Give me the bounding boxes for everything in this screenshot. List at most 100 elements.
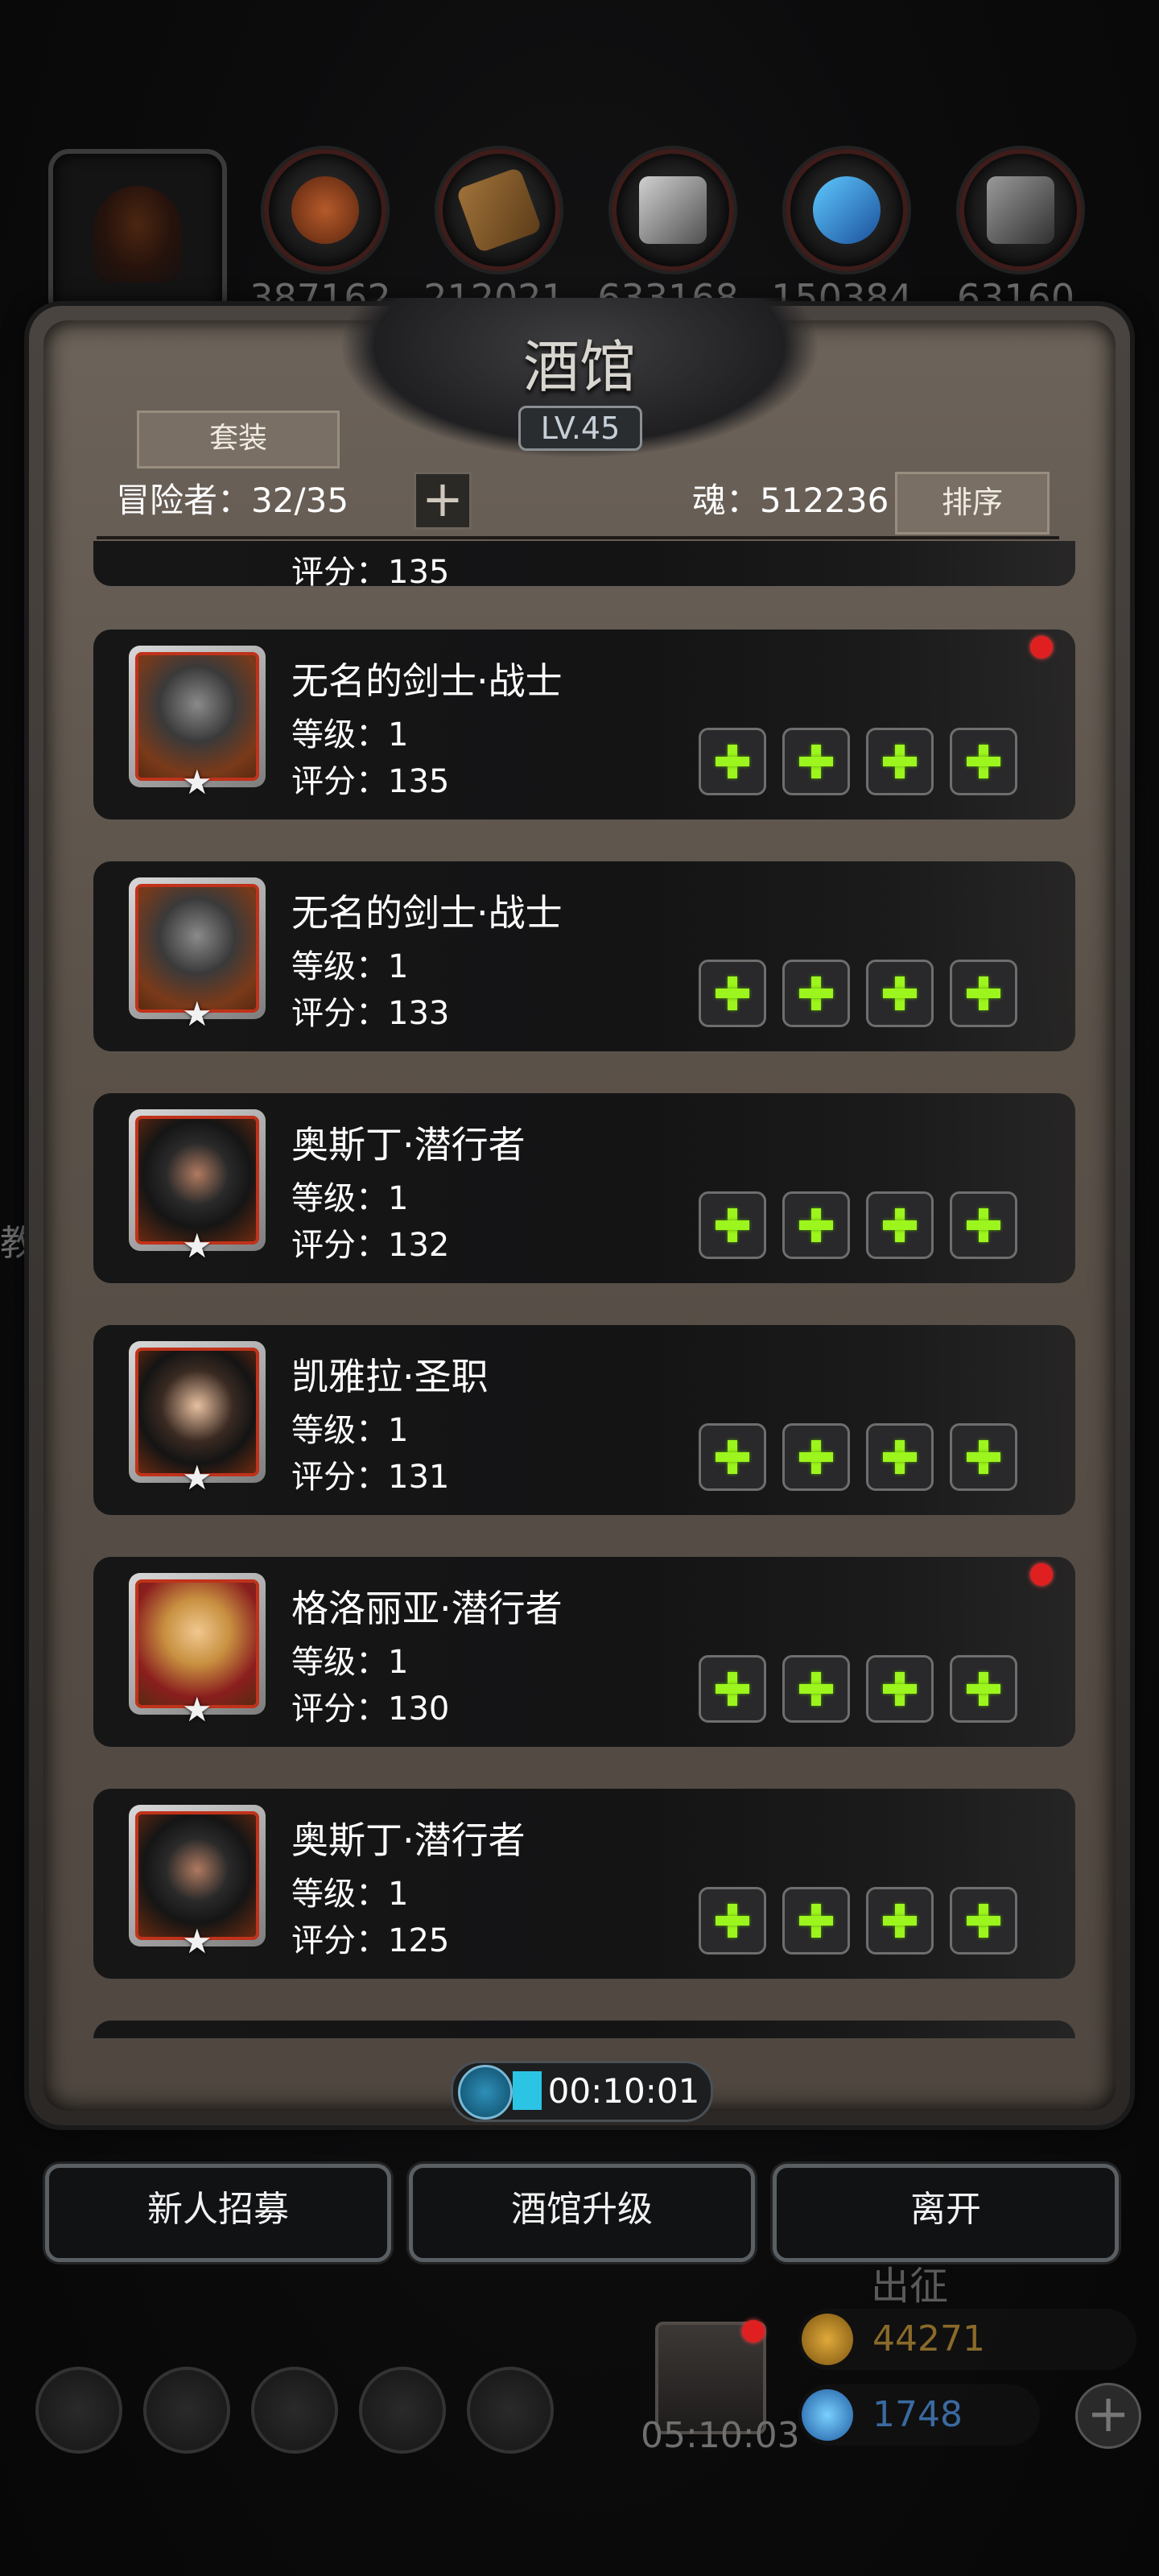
resource-orb [786,149,908,271]
hero-portrait[interactable]: ★ [129,877,266,1034]
hero-name: 无名的剑士·战士 [291,891,563,935]
plus-icon [883,745,917,778]
armor-slot-button[interactable] [782,1191,850,1259]
accessory-slot-button[interactable] [866,1887,934,1955]
guild-icon[interactable] [251,2367,338,2454]
gem-counter: 1748 [798,2384,1040,2446]
hero-card[interactable]: ★ 无名的剑士·战士 等级：1 评分：135 [93,630,1075,819]
settings-icon[interactable] [35,2367,122,2454]
hero-name: 奥斯丁·潜行者 [291,1818,526,1862]
armor-slot-button[interactable] [782,1655,850,1723]
accessory-slot-button[interactable] [866,1191,934,1259]
weapon-slot-button[interactable] [699,728,766,795]
plus-icon [799,976,833,1010]
meat-icon [291,176,359,244]
hero-card[interactable]: ★ 无名的剑士·战士 等级：1 评分：133 [93,861,1075,1051]
star-icon: ★ [182,1690,212,1729]
resource-meat[interactable]: 387162 [250,149,391,320]
weapon-slot-button[interactable] [699,1191,766,1259]
timer-progress [513,2071,542,2110]
hero-level: 等级：1 [291,1180,409,1217]
tavern-upgrade-button[interactable]: 酒馆升级 [409,2164,755,2262]
soul-counter: 魂：512236 [692,481,889,520]
divider [97,536,1059,539]
hero-avatar[interactable] [48,149,227,320]
hero-card-partial[interactable] [93,2021,1075,2038]
plus-icon [716,1208,749,1242]
weapon-slot-button[interactable] [699,960,766,1027]
armor-slot-button[interactable] [782,1887,850,1955]
ring-slot-button[interactable] [950,1655,1017,1723]
ring-slot-button[interactable] [950,1887,1017,1955]
notification-dot [742,2320,765,2343]
star-icon: ★ [182,1226,212,1265]
resource-wood[interactable]: 212021 [423,149,565,320]
achievement-icon[interactable] [143,2367,230,2454]
hero-score: 评分：130 [291,1690,450,1728]
hero-list[interactable]: 评分：135 ★ 无名的剑士·战士 等级：1 评分：135 ★ 无名的剑士·战士 等级：1 评… [80,541,1079,2038]
hero-score: 评分：135 [291,763,450,800]
resource-steel[interactable]: 63160 [951,149,1082,320]
leave-button[interactable]: 离开 [773,2164,1119,2262]
armor-slot-button[interactable] [782,960,850,1027]
hero-avatar-icon [135,884,259,1013]
plus-icon [967,1440,1000,1474]
accessory-slot-button[interactable] [866,960,934,1027]
hero-portrait[interactable]: ★ [129,1573,266,1729]
hero-level: 等级：1 [291,716,409,753]
hero-level: 等级：1 [291,1412,409,1449]
hero-card[interactable]: ★ 格洛丽亚·潜行者 等级：1 评分：130 [93,1557,1075,1747]
gold-value: 44271 [872,2318,985,2359]
weapon-slot-button[interactable] [699,1423,766,1491]
notification-dot [1030,636,1053,658]
refresh-timer: 00:10:01 [451,2061,713,2122]
hero-card[interactable]: ★ 奥斯丁·潜行者 等级：1 评分：125 [93,1789,1075,1979]
clock-icon [458,2065,513,2120]
resource-orb [438,149,560,271]
hero-avatar-icon [135,1348,259,1476]
plus-icon [967,1904,1000,1938]
wood-icon [456,167,542,254]
plus-icon [967,1672,1000,1706]
plus-icon [967,976,1000,1010]
resource-orb [612,149,734,271]
add-adventurer-slot-button[interactable]: + [414,472,472,530]
hero-portrait[interactable]: ★ [129,646,266,802]
cube-icon[interactable] [467,2367,554,2454]
hero-card[interactable]: ★ 奥斯丁·潜行者 等级：1 评分：132 [93,1093,1075,1283]
weapon-slot-button[interactable] [699,1887,766,1955]
hero-level: 等级：1 [291,1644,409,1681]
hero-portrait[interactable]: ★ [129,1341,266,1497]
plus-icon [883,1440,917,1474]
hero-portrait[interactable]: ★ [129,1109,266,1265]
mail-icon[interactable] [359,2367,446,2454]
notification-dot [1030,1563,1053,1586]
plus-icon [799,1904,833,1938]
ring-slot-button[interactable] [950,728,1017,795]
hero-score: 评分：131 [291,1459,450,1496]
plus-icon [716,745,749,778]
resource-crystal[interactable]: 150384 [771,149,913,320]
accessory-slot-button[interactable] [866,1423,934,1491]
sort-button[interactable]: 排序 [895,472,1050,535]
add-currency-icon[interactable]: + [1075,2383,1141,2449]
plus-icon [799,745,833,778]
ring-slot-button[interactable] [950,1423,1017,1491]
hero-card-partial[interactable]: 评分：135 [93,541,1075,591]
resource-orb [959,149,1082,271]
hero-card[interactable]: ★ 凯雅拉·圣职 等级：1 评分：131 [93,1325,1075,1515]
accessory-slot-button[interactable] [866,728,934,795]
ring-slot-button[interactable] [950,960,1017,1027]
armor-slot-button[interactable] [782,728,850,795]
weapon-slot-button[interactable] [699,1655,766,1723]
accessory-slot-button[interactable] [866,1655,934,1723]
hero-portrait[interactable]: ★ [129,1805,266,1961]
recruit-button[interactable]: 新人招募 [45,2164,391,2262]
hero-score: 评分：125 [291,1922,450,1959]
hero-score: 评分：133 [291,995,450,1032]
resource-iron[interactable]: 633168 [597,149,739,320]
ring-slot-button[interactable] [950,1191,1017,1259]
set-button[interactable]: 套装 [137,411,340,469]
timer-text: 00:10:01 [547,2071,700,2111]
armor-slot-button[interactable] [782,1423,850,1491]
